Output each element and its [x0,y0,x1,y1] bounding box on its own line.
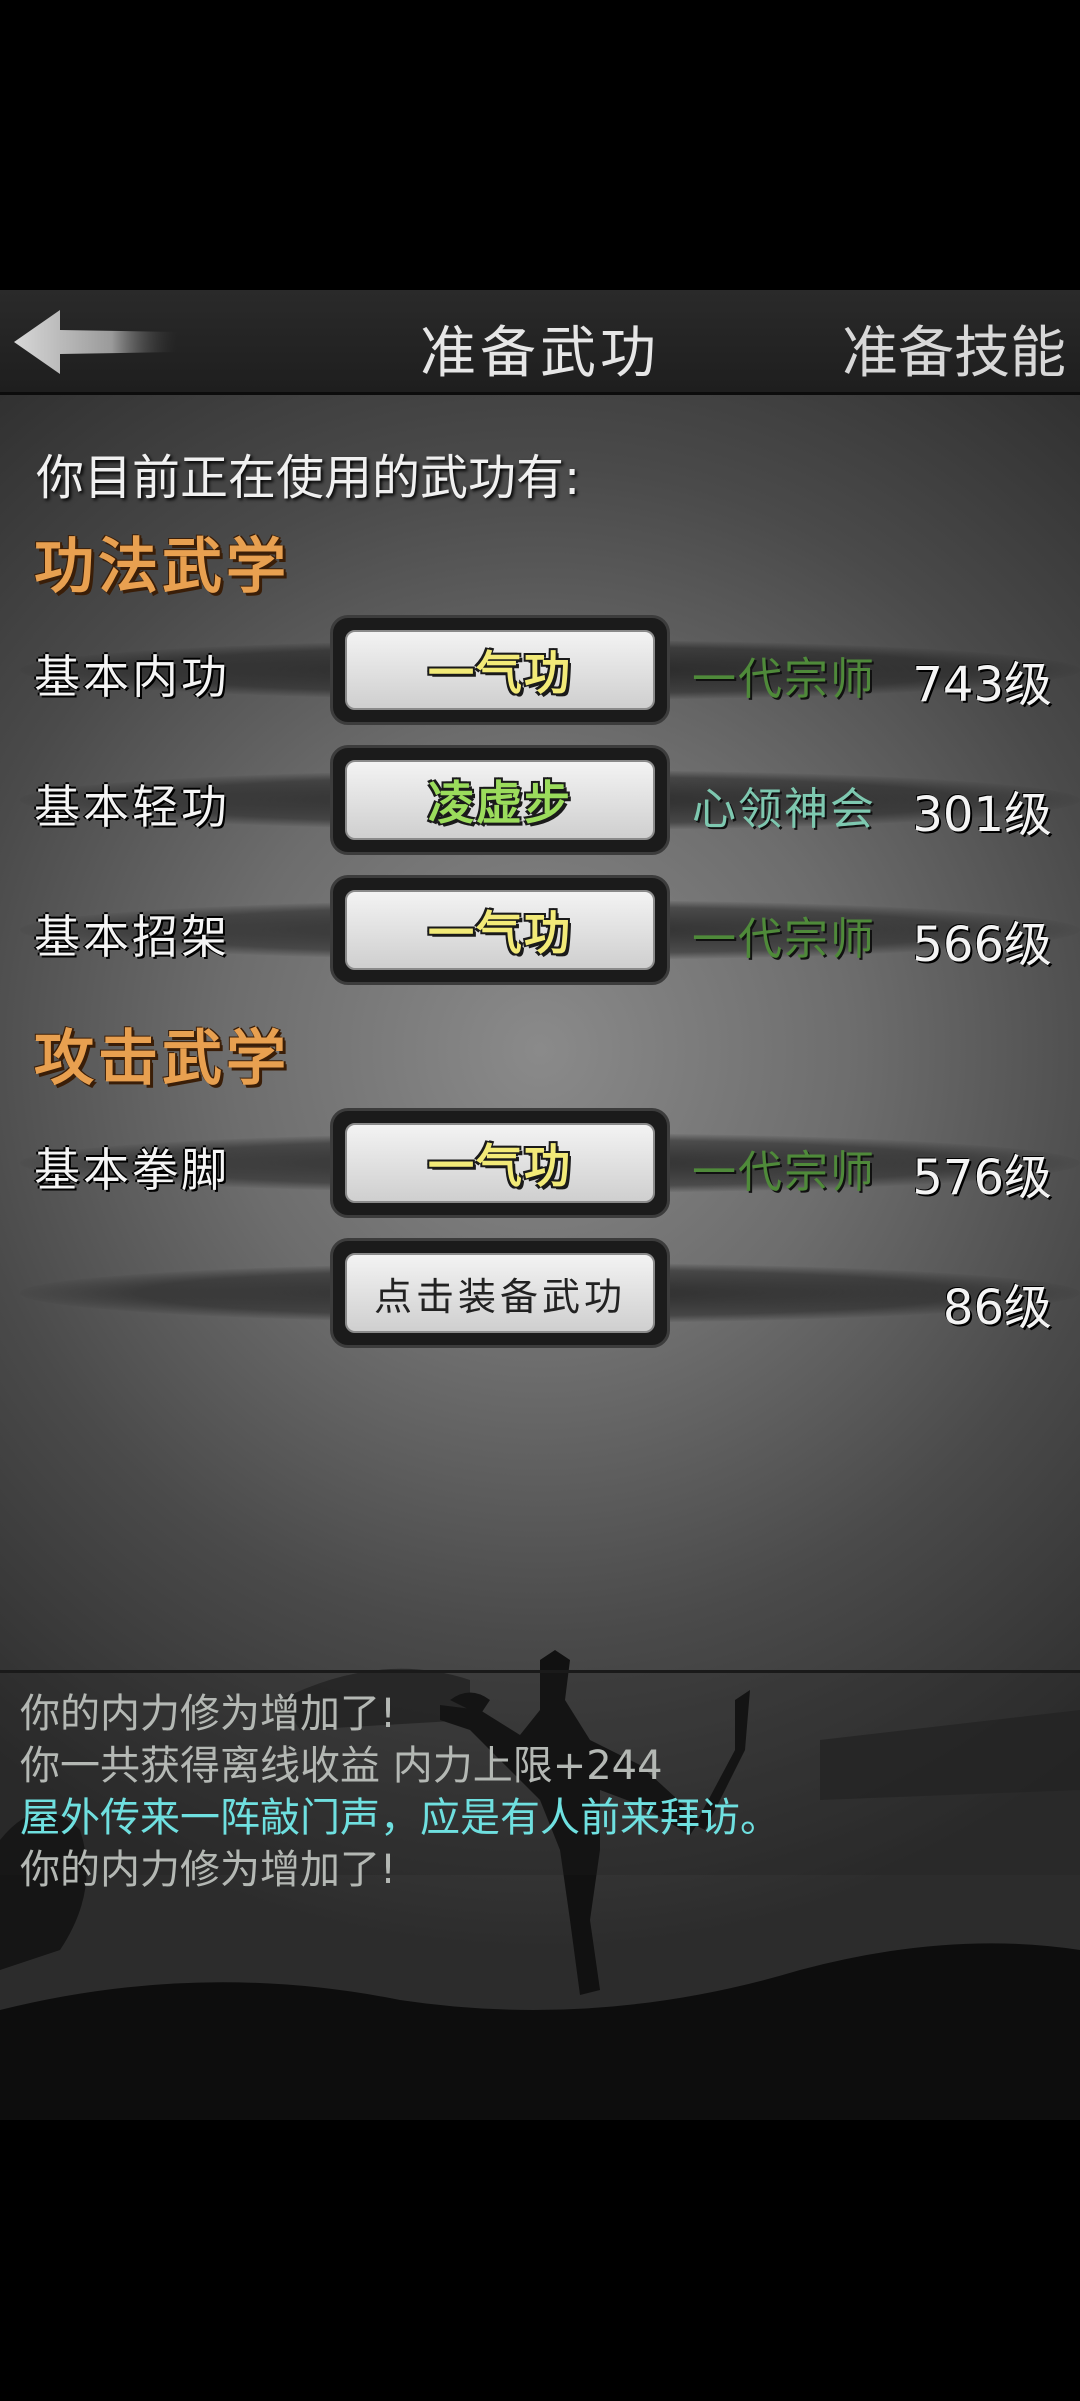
skill-row: 基本轻功 凌虚步 心领神会 301级 [0,745,1080,855]
skill-rank: 一代宗师 [692,654,876,705]
skill-row: 基本拳脚 一气功 一代宗师 576级 [0,1108,1080,1218]
equip-skill-button-label: 点击装备武功 [345,1253,655,1333]
skill-level: 566级 [912,917,1052,973]
skill-level: 576级 [912,1150,1052,1206]
skill-slot-button[interactable]: 一气功 [330,615,670,725]
skill-slot-label: 基本招架 [34,910,230,964]
skill-row: 基本招架 一气功 一代宗师 566级 [0,875,1080,985]
skill-rank: 心领神会 [692,784,876,835]
prepare-skills-button[interactable]: 准备技能 [842,308,1066,389]
equipped-skill-name: 一气功 [345,1123,655,1203]
log-message: 屋外传来一阵敲门声，应是有人前来拜访。 [20,1795,780,1841]
skill-slot-label: 基本内功 [34,650,230,704]
equipped-skill-name: 凌虚步 [345,760,655,840]
skill-row: 基本内功 一气功 一代宗师 743级 [0,615,1080,725]
skill-slot-label: 基本拳脚 [34,1143,230,1197]
message-log: 你的内力修为增加了! 你一共获得离线收益 内力上限+244 屋外传来一阵敲门声，… [0,1670,1080,1893]
equipped-skill-name: 一气功 [345,630,655,710]
skill-rank: 一代宗师 [692,1147,876,1198]
skill-level: 743级 [912,657,1052,713]
skill-rank: 一代宗师 [692,914,876,965]
section-title-attack-arts: 攻击武学 [34,1024,290,1094]
skill-slot-button[interactable]: 一气功 [330,1108,670,1218]
skill-slot-button[interactable]: 凌虚步 [330,745,670,855]
ground-silhouette [0,1943,1080,2120]
game-screen: 准备武功 准备技能 你目前正在使用的武功有: 功法武学 基本内功 一气功 一代宗… [0,290,1080,2120]
log-message: 你的内力修为增加了! [20,1691,397,1737]
log-message: 你一共获得离线收益 内力上限+244 [20,1743,663,1789]
skill-row: 点击装备武功 86级 [0,1238,1080,1348]
equipped-skill-name: 一气功 [345,890,655,970]
skill-slot-label: 基本轻功 [34,780,230,834]
equip-skill-button[interactable]: 点击装备武功 [330,1238,670,1348]
intro-text: 你目前正在使用的武功有: [36,450,581,506]
header-bar: 准备武功 准备技能 [0,290,1080,395]
status-bar-area [0,0,1080,290]
log-message: 你的内力修为增加了! [20,1847,397,1893]
skill-level: 86级 [942,1280,1052,1336]
skill-level: 301级 [912,787,1052,843]
skill-slot-button[interactable]: 一气功 [330,875,670,985]
navigation-bar-area [0,2120,1080,2401]
section-title-martial-methods: 功法武学 [34,532,290,602]
